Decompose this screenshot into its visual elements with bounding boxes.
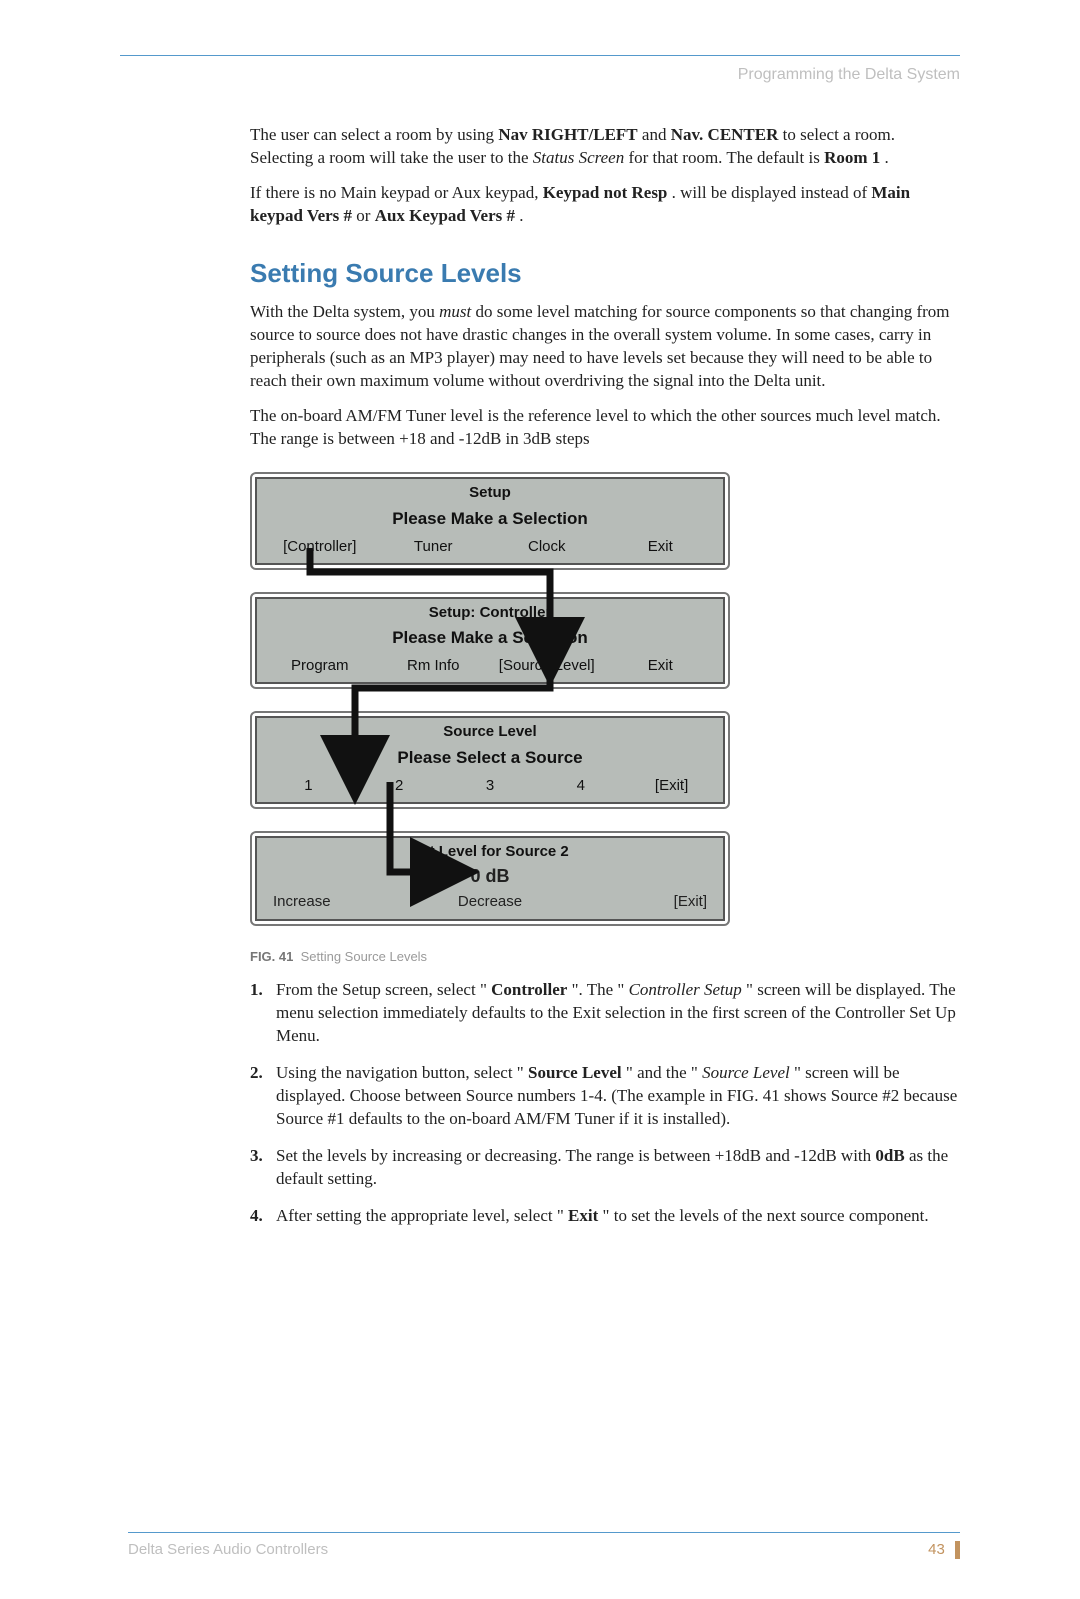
lcd-title: Setup [263,483,717,503]
text: Set the levels by increasing or decreasi… [276,1146,875,1165]
lcd-prompt: Please Make a Selection [263,508,717,531]
keypad-not-resp: Keypad not Resp [543,183,668,202]
opt-2: 2 [354,776,445,796]
text: " and the " [626,1063,698,1082]
steps-list: From the Setup screen, select " Controll… [250,979,960,1227]
text: . will be displayed instead of [672,183,872,202]
text: After setting the appropriate level, sel… [276,1206,564,1225]
figure-label: FIG. 41 [250,949,293,964]
lcd-set-level: Set Level for Source 2 0 dB Increase Dec… [250,831,730,926]
top-rule [120,55,960,56]
opt-exit: Exit [604,537,718,557]
step-4: After setting the appropriate level, sel… [250,1205,960,1228]
intro-p2: If there is no Main keypad or Aux keypad… [250,182,960,228]
opt-3: 3 [445,776,536,796]
zero-db: 0dB [875,1146,904,1165]
lcd-title: Set Level for Source 2 [263,842,717,862]
text: or [356,206,374,225]
text: ". The " [572,980,625,999]
lcd-setup: Setup Please Make a Selection [Controlle… [250,472,730,569]
text: Using the navigation button, select " [276,1063,524,1082]
opt-exit: [Exit] [562,892,717,912]
text: With the Delta system, you [250,302,439,321]
opt-source-level: [Source Level] [490,656,604,676]
figure-screens: Setup Please Make a Selection [Controlle… [250,472,730,925]
footer-right: 43 [928,1541,960,1559]
lcd-setup-controller: Setup: Controller Please Make a Selectio… [250,592,730,689]
opt-increase: Increase [263,892,418,912]
step-3: Set the levels by increasing or decreasi… [250,1145,960,1191]
lcd-menu-row: [Controller] Tuner Clock Exit [263,537,717,557]
running-header: Programming the Delta System [120,66,960,84]
lcd-inner: Setup: Controller Please Make a Selectio… [255,597,725,684]
text: for that room. The default is [628,148,824,167]
figure-text: Setting Source Levels [301,949,427,964]
page: Programming the Delta System The user ca… [0,0,1080,1272]
text: From the Setup screen, select " [276,980,487,999]
page-footer: Delta Series Audio Controllers 43 [0,1532,1080,1599]
body-p2: The on-board AM/FM Tuner level is the re… [250,405,960,451]
text: . [885,148,889,167]
opt-exit: [Exit] [626,776,717,796]
nav-right-left: Nav RIGHT/LEFT [498,125,637,144]
opt-4: 4 [535,776,626,796]
source-level-screen: Source Level [702,1063,790,1082]
body-column: The user can select a room by using Nav … [250,124,960,1228]
lcd-inner: Source Level Please Select a Source 1 2 … [255,716,725,803]
lcd-title: Setup: Controller [263,603,717,623]
intro-p1: The user can select a room by using Nav … [250,124,960,170]
text: If there is no Main keypad or Aux keypad… [250,183,543,202]
lcd-inner: Set Level for Source 2 0 dB Increase Dec… [255,836,725,921]
lcd-source-level: Source Level Please Select a Source 1 2 … [250,711,730,808]
controller: Controller [491,980,567,999]
lcd-inner: Setup Please Make a Selection [Controlle… [255,477,725,564]
status-screen: Status Screen [533,148,624,167]
step-2: Using the navigation button, select " So… [250,1062,960,1131]
step-1: From the Setup screen, select " Controll… [250,979,960,1048]
text: The user can select a room by using [250,125,498,144]
lcd-menu-row: Program Rm Info [Source Level] Exit [263,656,717,676]
room-1: Room 1 [824,148,880,167]
level-value: 0 dB [263,864,717,888]
opt-1: 1 [263,776,354,796]
lcd-title: Source Level [263,722,717,742]
lcd-prompt: Please Select a Source [263,747,717,770]
lcd-menu-row: 1 2 3 4 [Exit] [263,776,717,796]
opt-clock: Clock [490,537,604,557]
controller-setup: Controller Setup [629,980,742,999]
opt-tuner: Tuner [377,537,491,557]
figure-caption: FIG. 41 Setting Source Levels [250,948,960,966]
body-p1: With the Delta system, you must do some … [250,301,960,393]
section-heading: Setting Source Levels [250,256,960,291]
source-level: Source Level [528,1063,622,1082]
opt-decrease: Decrease [418,892,563,912]
text: " to set the levels of the next source c… [603,1206,929,1225]
footer-rule [128,1532,960,1533]
lcd-prompt: Please Make a Selection [263,627,717,650]
footer-title: Delta Series Audio Controllers [128,1541,328,1559]
opt-rm-info: Rm Info [377,656,491,676]
text: and [642,125,671,144]
opt-program: Program [263,656,377,676]
footer-row: Delta Series Audio Controllers 43 [128,1541,960,1559]
lcd-menu-row: Increase Decrease [Exit] [263,892,717,912]
footer-bar-icon [955,1541,960,1559]
text: . [519,206,523,225]
opt-exit: Exit [604,656,718,676]
exit: Exit [568,1206,598,1225]
nav-center: Nav. CENTER [671,125,779,144]
must: must [439,302,471,321]
aux-keypad-vers: Aux Keypad Vers # [375,206,515,225]
page-number: 43 [928,1541,945,1558]
opt-controller: [Controller] [263,537,377,557]
